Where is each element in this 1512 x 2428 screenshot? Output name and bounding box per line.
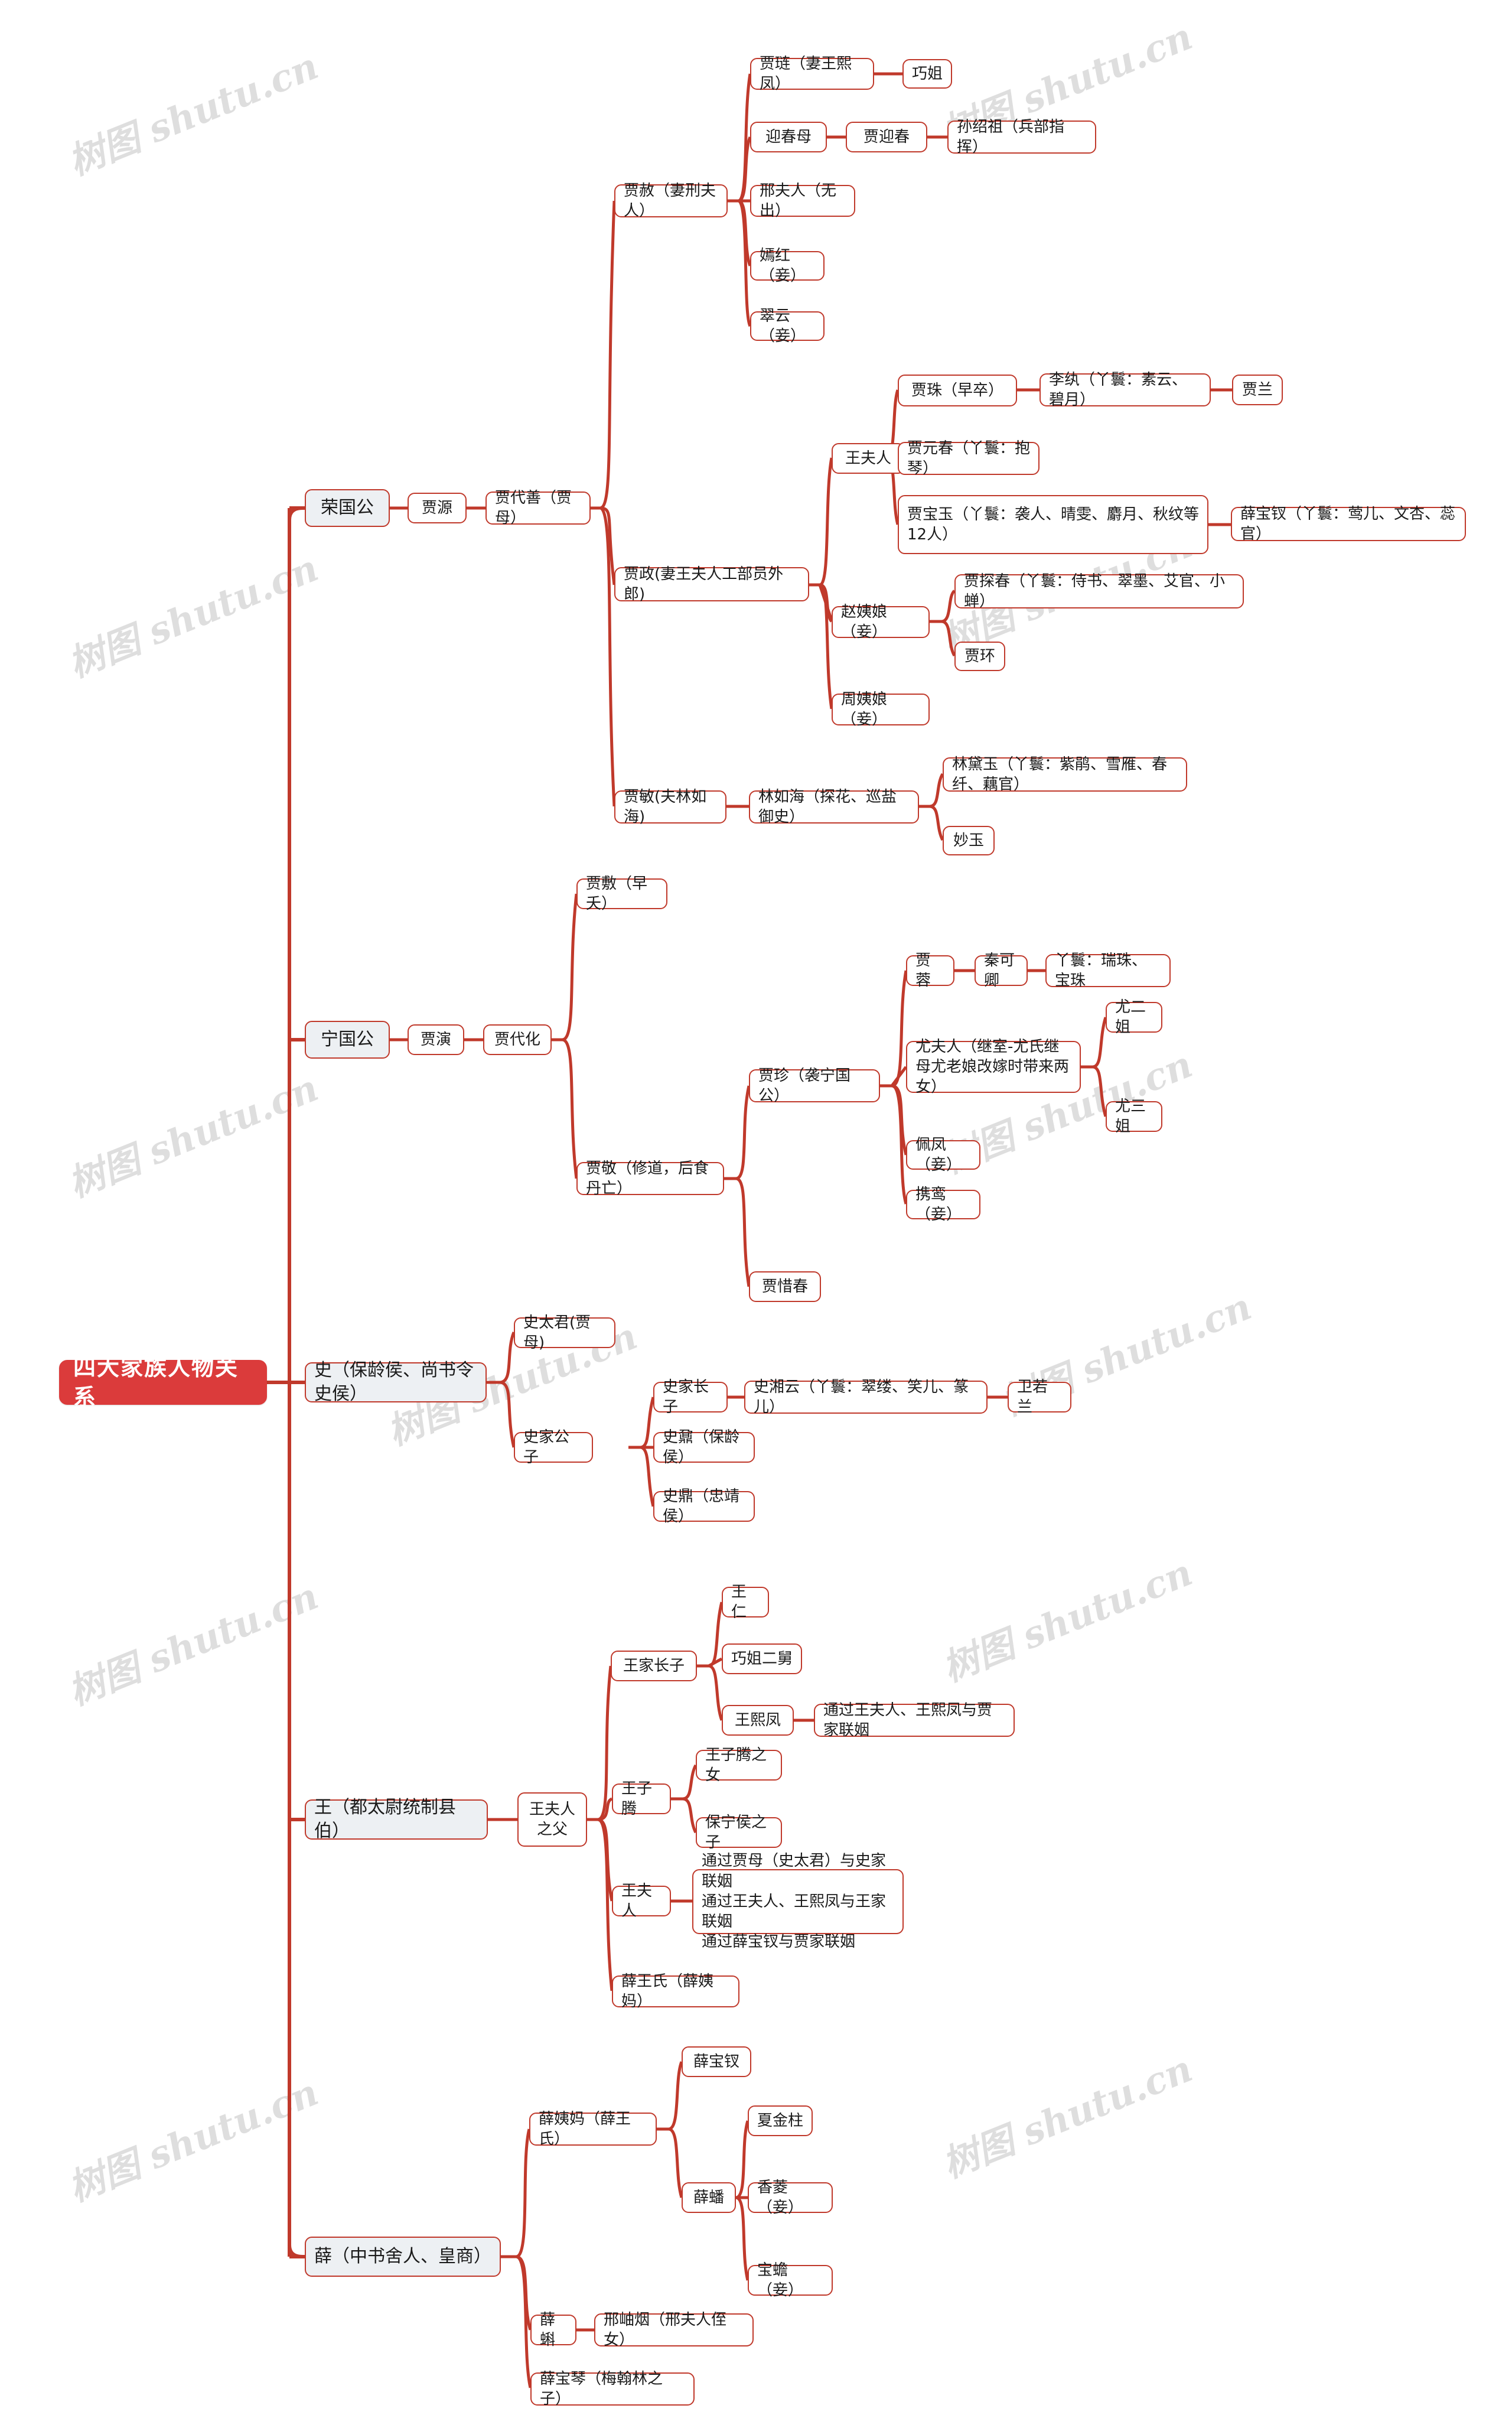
node-xingfuren[interactable]: 邢夫人（无出） (750, 182, 855, 220)
node-wangren[interactable]: 王仁 (722, 1583, 769, 1621)
node-xuebaochai2[interactable]: 薛宝钗 (682, 2046, 751, 2077)
node-qinkeqing-maids[interactable]: 丫鬟：瑞珠、宝珠 (1045, 952, 1171, 990)
node-jiatanchun[interactable]: 贾探春（丫鬟：侍书、翠墨、艾官、小蝉） (954, 572, 1244, 610)
root-node[interactable]: 四大家族人物关系 (59, 1355, 267, 1410)
node-jiaxichun[interactable]: 贾惜春 (749, 1271, 821, 1302)
node-lindaiyu[interactable]: 林黛玉（丫鬟：紫鹃、雪雁、春纤、藕官） (943, 756, 1187, 793)
node-zhaoyiniang[interactable]: 赵姨娘（妾） (832, 603, 930, 641)
node-weiruolan[interactable]: 卫若兰 (1008, 1378, 1071, 1416)
node-wangxifeng[interactable]: 王熙凤 (722, 1705, 794, 1736)
node-jiazhu[interactable]: 贾珠（早卒） (898, 375, 1017, 406)
node-xuebaochai[interactable]: 薛宝钗（丫鬟：莺儿、文杏、蕊官） (1231, 505, 1466, 543)
node-qiaojie[interactable]: 巧姐 (902, 59, 952, 89)
node-shinai[interactable]: 史鼐（保龄侯） (653, 1428, 755, 1466)
node-qinkeqing[interactable]: 秦可卿 (975, 952, 1028, 990)
node-jiadaishan[interactable]: 贾代善（贾母） (485, 489, 591, 527)
watermark: 树图 shutu.cn (936, 2046, 1198, 2186)
node-baochan[interactable]: 宝蟾（妾） (748, 2261, 833, 2299)
node-youfuren[interactable]: 尤夫人（继室-尤氏继母尤老娘改嫁时带来两女） (906, 1038, 1081, 1096)
node-wangziteng[interactable]: 王子腾 (612, 1780, 671, 1818)
mindmap-canvas: 树图 shutu.cn 树图 shutu.cn 树图 shutu.cn 树图 s… (0, 0, 1512, 2428)
node-yingchunmu[interactable]: 迎春母 (750, 122, 827, 152)
watermark: 树图 shutu.cn (62, 1066, 324, 1206)
node-xueke[interactable]: 薛蝌 (530, 2311, 576, 2349)
watermark: 树图 shutu.cn (62, 2070, 324, 2210)
node-jiamin[interactable]: 贾敏(夫林如海) (614, 788, 726, 826)
node-xieluan[interactable]: 携鸾（妾） (906, 1186, 980, 1223)
node-xuebaoqin[interactable]: 薛宝琴（梅翰林之子） (530, 2370, 695, 2408)
node-shi[interactable]: 史（保龄侯、尚书令史侯） (305, 1360, 487, 1404)
node-yousanjie[interactable]: 尤三姐 (1106, 1098, 1162, 1135)
node-jiayuan[interactable]: 贾源 (408, 493, 467, 523)
watermark: 树图 shutu.cn (936, 1550, 1198, 1690)
node-peifeng[interactable]: 佩凤（妾） (906, 1136, 980, 1174)
node-qiaojieerjiu[interactable]: 巧姐二舅 (722, 1643, 802, 1674)
node-wangjiazhangzi[interactable]: 王家长子 (611, 1651, 697, 1681)
watermark: 树图 shutu.cn (62, 1574, 324, 1714)
node-xiajinzhu[interactable]: 夏金柱 (748, 2105, 813, 2136)
node-xue[interactable]: 薛（中书舍人、皇商） (305, 2237, 501, 2277)
node-jiarong[interactable]: 贾蓉 (906, 952, 954, 990)
node-cuiyun[interactable]: 翠云（妾） (750, 307, 825, 345)
watermark: 树图 shutu.cn (62, 44, 324, 184)
node-jialian[interactable]: 贾琏（妻王熙凤） (750, 55, 874, 93)
node-sunshaozu[interactable]: 孙绍祖（兵部指挥） (947, 118, 1096, 156)
node-jiafu[interactable]: 贾敷（早夭） (576, 875, 667, 913)
node-jialan[interactable]: 贾兰 (1232, 375, 1283, 405)
node-shijiazhangzi[interactable]: 史家长子 (653, 1378, 728, 1416)
node-linruhai[interactable]: 林如海（探花、巡盐御史） (749, 788, 919, 826)
node-jiabaoyu[interactable]: 贾宝玉（丫鬟：袭人、晴雯、麝月、秋纹等12人） (898, 495, 1208, 554)
watermark: 树图 shutu.cn (62, 546, 324, 686)
node-wangxifeng-note[interactable]: 通过王夫人、王熙凤与贾家联姻 (814, 1701, 1015, 1739)
node-shitaijun[interactable]: 史太君(贾母) (514, 1314, 615, 1352)
node-wangfuren2[interactable]: 王夫人 (612, 1882, 671, 1920)
node-jiazheng[interactable]: 贾政(妻王夫人工部员外郎) (614, 565, 809, 603)
node-jiajing[interactable]: 贾敬（修道，后食丹亡） (576, 1160, 724, 1197)
node-xingxiuyan[interactable]: 邢岫烟（邢夫人侄女） (594, 2311, 754, 2349)
node-wangfuren[interactable]: 王夫人 (832, 443, 905, 474)
node-yanhong[interactable]: 嫣红（妾） (750, 247, 825, 285)
node-shiding[interactable]: 史鼎（忠靖侯） (653, 1488, 755, 1525)
node-wangfuren2-note[interactable]: 通过贾母（史太君）与史家联姻 通过王夫人、王熙凤与王家联姻 通过薛宝钗与贾家联姻 (692, 1852, 904, 1951)
node-ningguogong[interactable]: 宁国公 (305, 1021, 390, 1059)
node-jiazhen[interactable]: 贾珍（袭宁国公） (749, 1067, 880, 1105)
node-jiayuanchun[interactable]: 贾元春（丫鬟：抱琴） (898, 440, 1040, 477)
node-wang[interactable]: 王（都太尉统制县伯） (305, 1797, 488, 1841)
node-jiadaihua[interactable]: 贾代化 (483, 1024, 552, 1055)
node-shijiagongzi[interactable]: 史家公子 (514, 1428, 593, 1466)
node-baoninghouzhizi[interactable]: 保宁侯之子 (696, 1814, 782, 1851)
node-jiahuan[interactable]: 贾环 (954, 642, 1005, 671)
node-wangzitengzhinv[interactable]: 王子腾之女 (696, 1746, 782, 1784)
connector-links (267, 72, 1232, 2388)
node-jiayan[interactable]: 贾演 (408, 1024, 464, 1055)
node-jiashe[interactable]: 贾赦（妻刑夫人） (614, 182, 728, 220)
node-xuewangshi[interactable]: 薛王氏（薛姨妈） (612, 1973, 739, 2010)
node-jiayingchun[interactable]: 贾迎春 (846, 122, 927, 152)
node-xuepan[interactable]: 薛蟠 (682, 2182, 736, 2213)
node-liwan[interactable]: 李纨（丫鬟：素云、碧月） (1040, 371, 1211, 409)
node-miaoyu[interactable]: 妙玉 (943, 826, 995, 855)
node-zhouyiniang[interactable]: 周姨娘（妾） (832, 691, 930, 728)
node-wangfuren-father[interactable]: 王夫人 之父 (517, 1792, 587, 1847)
node-xiangling[interactable]: 香菱（妾） (748, 2179, 833, 2217)
node-rongguogong[interactable]: 荣国公 (305, 489, 390, 527)
node-youerjie[interactable]: 尤二姐 (1106, 998, 1162, 1036)
node-xueyima[interactable]: 薛姨妈（薛王氏） (529, 2110, 657, 2148)
node-shixiangyun[interactable]: 史湘云（丫鬟：翠缕、笑儿、篆儿） (744, 1378, 988, 1416)
